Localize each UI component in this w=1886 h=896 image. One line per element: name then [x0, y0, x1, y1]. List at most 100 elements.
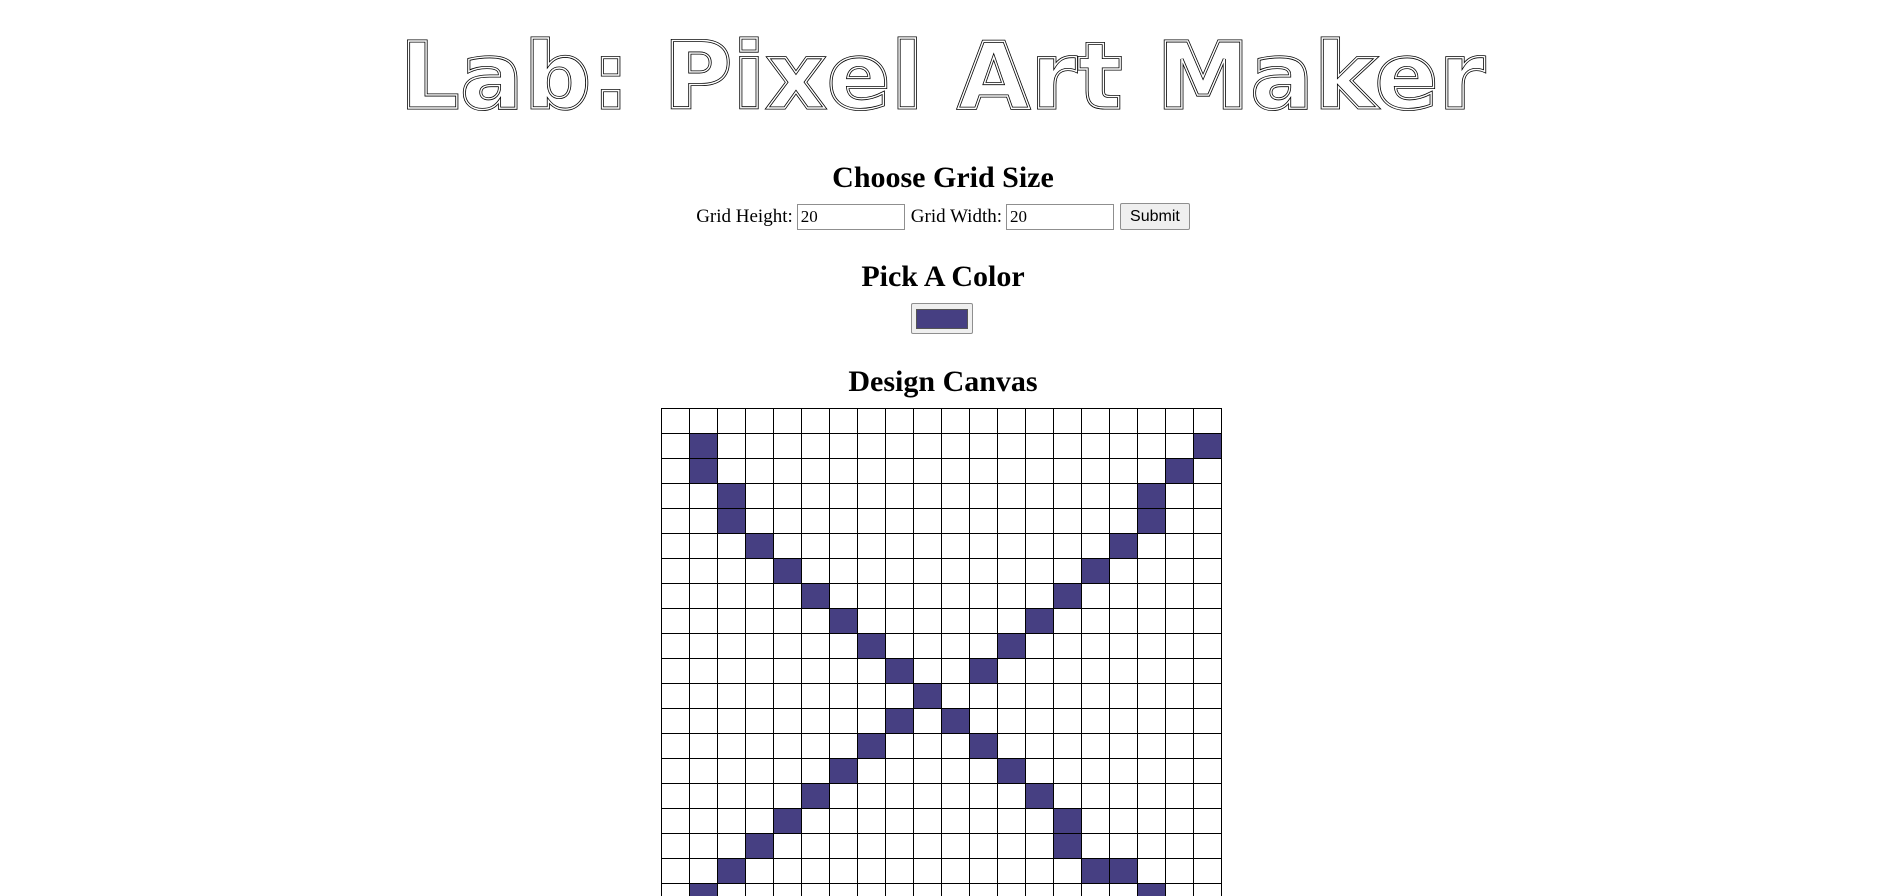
grid-cell[interactable]: [1053, 483, 1082, 509]
grid-cell[interactable]: [1081, 533, 1110, 559]
grid-cell[interactable]: [997, 883, 1026, 896]
grid-cell[interactable]: [689, 708, 718, 734]
grid-cell[interactable]: [969, 458, 998, 484]
grid-cell[interactable]: [969, 883, 998, 896]
grid-cell[interactable]: [717, 783, 746, 809]
grid-cell[interactable]: [689, 483, 718, 509]
grid-cell[interactable]: [801, 433, 830, 459]
grid-cell[interactable]: [661, 433, 690, 459]
grid-cell[interactable]: [969, 608, 998, 634]
grid-cell[interactable]: [1081, 883, 1110, 896]
grid-cell[interactable]: [1193, 458, 1222, 484]
grid-cell[interactable]: [1025, 858, 1054, 884]
grid-cell[interactable]: [1193, 733, 1222, 759]
grid-cell[interactable]: [1193, 883, 1222, 896]
grid-cell[interactable]: [829, 733, 858, 759]
grid-cell[interactable]: [801, 683, 830, 709]
grid-cell[interactable]: [857, 808, 886, 834]
grid-cell[interactable]: [997, 833, 1026, 859]
grid-cell[interactable]: [801, 858, 830, 884]
grid-cell[interactable]: [829, 608, 858, 634]
grid-cell[interactable]: [1109, 733, 1138, 759]
grid-cell[interactable]: [913, 658, 942, 684]
grid-cell[interactable]: [773, 483, 802, 509]
grid-cell[interactable]: [1053, 808, 1082, 834]
grid-cell[interactable]: [885, 683, 914, 709]
grid-cell[interactable]: [745, 608, 774, 634]
grid-cell[interactable]: [997, 783, 1026, 809]
grid-cell[interactable]: [941, 533, 970, 559]
grid-cell[interactable]: [969, 533, 998, 559]
grid-cell[interactable]: [801, 658, 830, 684]
grid-cell[interactable]: [1165, 433, 1194, 459]
grid-cell[interactable]: [801, 558, 830, 584]
grid-cell[interactable]: [1137, 758, 1166, 784]
grid-cell[interactable]: [913, 583, 942, 609]
grid-cell[interactable]: [661, 883, 690, 896]
grid-cell[interactable]: [745, 883, 774, 896]
grid-cell[interactable]: [1053, 858, 1082, 884]
grid-cell[interactable]: [1053, 558, 1082, 584]
grid-cell[interactable]: [997, 858, 1026, 884]
grid-cell[interactable]: [1081, 833, 1110, 859]
grid-cell[interactable]: [913, 783, 942, 809]
grid-cell[interactable]: [773, 683, 802, 709]
grid-cell[interactable]: [941, 558, 970, 584]
grid-cell[interactable]: [1081, 433, 1110, 459]
grid-cell[interactable]: [745, 683, 774, 709]
grid-cell[interactable]: [969, 433, 998, 459]
grid-cell[interactable]: [997, 558, 1026, 584]
grid-cell[interactable]: [1081, 458, 1110, 484]
grid-cell[interactable]: [717, 883, 746, 896]
grid-cell[interactable]: [857, 733, 886, 759]
grid-cell[interactable]: [689, 858, 718, 884]
grid-cell[interactable]: [773, 583, 802, 609]
grid-cell[interactable]: [1081, 683, 1110, 709]
grid-cell[interactable]: [941, 408, 970, 434]
grid-cell[interactable]: [1165, 783, 1194, 809]
grid-cell[interactable]: [857, 883, 886, 896]
grid-cell[interactable]: [1053, 708, 1082, 734]
grid-cell[interactable]: [1053, 633, 1082, 659]
grid-cell[interactable]: [1053, 408, 1082, 434]
grid-cell[interactable]: [829, 883, 858, 896]
grid-cell[interactable]: [857, 458, 886, 484]
grid-cell[interactable]: [857, 558, 886, 584]
grid-cell[interactable]: [773, 733, 802, 759]
grid-cell[interactable]: [717, 458, 746, 484]
grid-cell[interactable]: [885, 733, 914, 759]
grid-cell[interactable]: [913, 808, 942, 834]
grid-cell[interactable]: [1165, 558, 1194, 584]
grid-cell[interactable]: [773, 558, 802, 584]
grid-cell[interactable]: [941, 683, 970, 709]
grid-cell[interactable]: [801, 733, 830, 759]
grid-cell[interactable]: [1109, 808, 1138, 834]
grid-cell[interactable]: [661, 633, 690, 659]
grid-cell[interactable]: [1193, 858, 1222, 884]
grid-cell[interactable]: [689, 658, 718, 684]
grid-cell[interactable]: [773, 883, 802, 896]
grid-cell[interactable]: [1053, 508, 1082, 534]
grid-cell[interactable]: [1081, 583, 1110, 609]
grid-cell[interactable]: [1109, 483, 1138, 509]
grid-cell[interactable]: [661, 483, 690, 509]
grid-cell[interactable]: [885, 808, 914, 834]
grid-cell[interactable]: [1081, 658, 1110, 684]
grid-cell[interactable]: [969, 833, 998, 859]
grid-cell[interactable]: [717, 633, 746, 659]
grid-cell[interactable]: [661, 508, 690, 534]
grid-cell[interactable]: [941, 858, 970, 884]
grid-cell[interactable]: [913, 883, 942, 896]
grid-cell[interactable]: [885, 408, 914, 434]
grid-cell[interactable]: [997, 433, 1026, 459]
grid-height-input[interactable]: [796, 203, 905, 230]
grid-cell[interactable]: [1053, 458, 1082, 484]
grid-cell[interactable]: [661, 858, 690, 884]
grid-cell[interactable]: [969, 508, 998, 534]
grid-cell[interactable]: [997, 633, 1026, 659]
grid-cell[interactable]: [857, 708, 886, 734]
grid-cell[interactable]: [1109, 833, 1138, 859]
grid-cell[interactable]: [941, 833, 970, 859]
grid-cell[interactable]: [1109, 883, 1138, 896]
grid-cell[interactable]: [829, 533, 858, 559]
